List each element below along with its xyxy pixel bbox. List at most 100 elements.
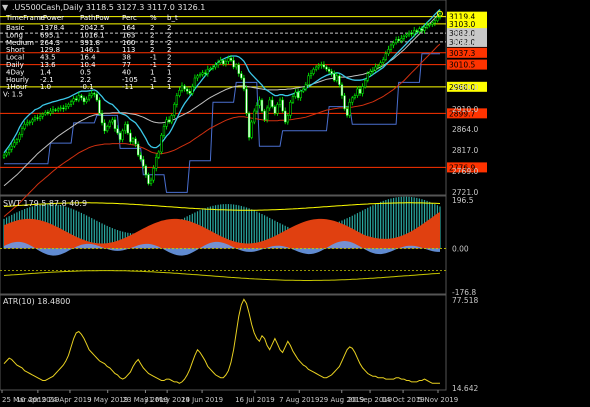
candle bbox=[309, 73, 313, 77]
price-level-tag-label: 3010.5 bbox=[449, 61, 475, 70]
candle bbox=[340, 84, 344, 96]
price-tick-label: 2864.0 bbox=[452, 125, 478, 134]
candle bbox=[394, 39, 398, 44]
date-tick-label: 24 Apr 2019 bbox=[48, 396, 91, 404]
candle bbox=[376, 65, 380, 68]
table-cell: -11 bbox=[122, 83, 133, 91]
candle bbox=[374, 66, 377, 71]
candle bbox=[214, 64, 217, 68]
candle bbox=[118, 132, 122, 140]
candle bbox=[38, 116, 42, 119]
candle bbox=[229, 57, 233, 61]
candle bbox=[302, 88, 305, 92]
candle bbox=[250, 121, 253, 138]
candle bbox=[366, 73, 369, 81]
candle bbox=[431, 22, 434, 25]
table-header: rPower bbox=[40, 14, 64, 22]
candle bbox=[304, 84, 307, 90]
candle bbox=[320, 64, 323, 66]
candle bbox=[28, 121, 31, 124]
price-tick-label: 2910.0 bbox=[452, 105, 478, 114]
candle bbox=[59, 107, 62, 110]
candle bbox=[224, 61, 228, 65]
candle bbox=[253, 110, 256, 123]
candle bbox=[85, 98, 88, 103]
candle bbox=[186, 88, 189, 92]
candle bbox=[245, 88, 248, 114]
candle bbox=[384, 53, 387, 60]
candle bbox=[307, 75, 310, 85]
candle bbox=[343, 95, 346, 110]
candle bbox=[263, 110, 266, 121]
price-level-tag-label: 3037.3 bbox=[449, 49, 475, 58]
candle bbox=[90, 93, 93, 96]
atr-pane[interactable] bbox=[0, 294, 447, 391]
candle bbox=[69, 101, 73, 105]
candle bbox=[438, 13, 442, 18]
dropdown-arrow-icon[interactable]: ▼ bbox=[2, 3, 9, 12]
candle bbox=[198, 74, 202, 77]
candle bbox=[18, 134, 21, 140]
candle bbox=[77, 95, 80, 101]
price-tick-label: 2960.0 bbox=[452, 83, 478, 92]
candle bbox=[26, 122, 29, 125]
candle bbox=[423, 27, 426, 31]
candle bbox=[235, 64, 238, 68]
candle bbox=[49, 110, 52, 114]
date-tick-label: 7 Aug 2019 bbox=[279, 396, 319, 404]
candle bbox=[407, 32, 411, 36]
chart-window[interactable]: 3119.43103.03082.03062.03037.33010.52960… bbox=[0, 0, 590, 407]
candle bbox=[291, 96, 295, 103]
candle bbox=[93, 93, 96, 95]
table-header: TimeFrame bbox=[5, 14, 45, 22]
candle bbox=[167, 119, 171, 123]
atr-header: ATR(10) 18.4800 bbox=[3, 297, 70, 306]
candle bbox=[108, 121, 111, 127]
candle bbox=[312, 68, 315, 74]
candle bbox=[206, 68, 209, 74]
candle bbox=[216, 62, 220, 66]
candle bbox=[155, 156, 158, 169]
swt-tick-label: 196.5 bbox=[452, 196, 474, 205]
table-cell: 1.0 bbox=[40, 83, 51, 91]
candle bbox=[67, 104, 70, 107]
candle bbox=[5, 152, 8, 156]
candle bbox=[41, 113, 44, 117]
candle bbox=[139, 154, 142, 160]
candle bbox=[315, 66, 318, 70]
candle bbox=[219, 60, 222, 63]
table-header: PathPow bbox=[80, 14, 110, 22]
candle bbox=[54, 109, 57, 111]
candle bbox=[369, 71, 372, 74]
candle bbox=[144, 165, 148, 176]
candle bbox=[335, 75, 338, 81]
candle bbox=[193, 77, 197, 88]
candle bbox=[10, 145, 13, 150]
candle bbox=[330, 71, 333, 74]
candle bbox=[134, 138, 137, 145]
candle bbox=[165, 119, 168, 127]
candle bbox=[227, 57, 230, 62]
candle bbox=[232, 60, 235, 68]
candle bbox=[255, 105, 258, 112]
date-tick-label: 5 Nov 2019 bbox=[418, 396, 458, 404]
candle bbox=[170, 115, 173, 123]
candle bbox=[322, 64, 326, 68]
candle bbox=[379, 62, 382, 66]
candle bbox=[296, 91, 300, 99]
candle bbox=[240, 73, 243, 79]
candle bbox=[433, 20, 436, 24]
candle bbox=[415, 30, 418, 33]
candle bbox=[271, 99, 274, 107]
candle bbox=[402, 35, 406, 39]
candle bbox=[157, 151, 160, 158]
candle bbox=[436, 17, 439, 22]
price-tick-label: 3060.0 bbox=[452, 39, 478, 48]
candle bbox=[353, 95, 357, 99]
candle bbox=[75, 98, 78, 101]
table-cell: -0.1 bbox=[80, 83, 94, 91]
candle bbox=[180, 85, 184, 91]
candle bbox=[2, 154, 6, 158]
candle bbox=[418, 28, 421, 33]
table-cell: 1 bbox=[150, 83, 154, 91]
